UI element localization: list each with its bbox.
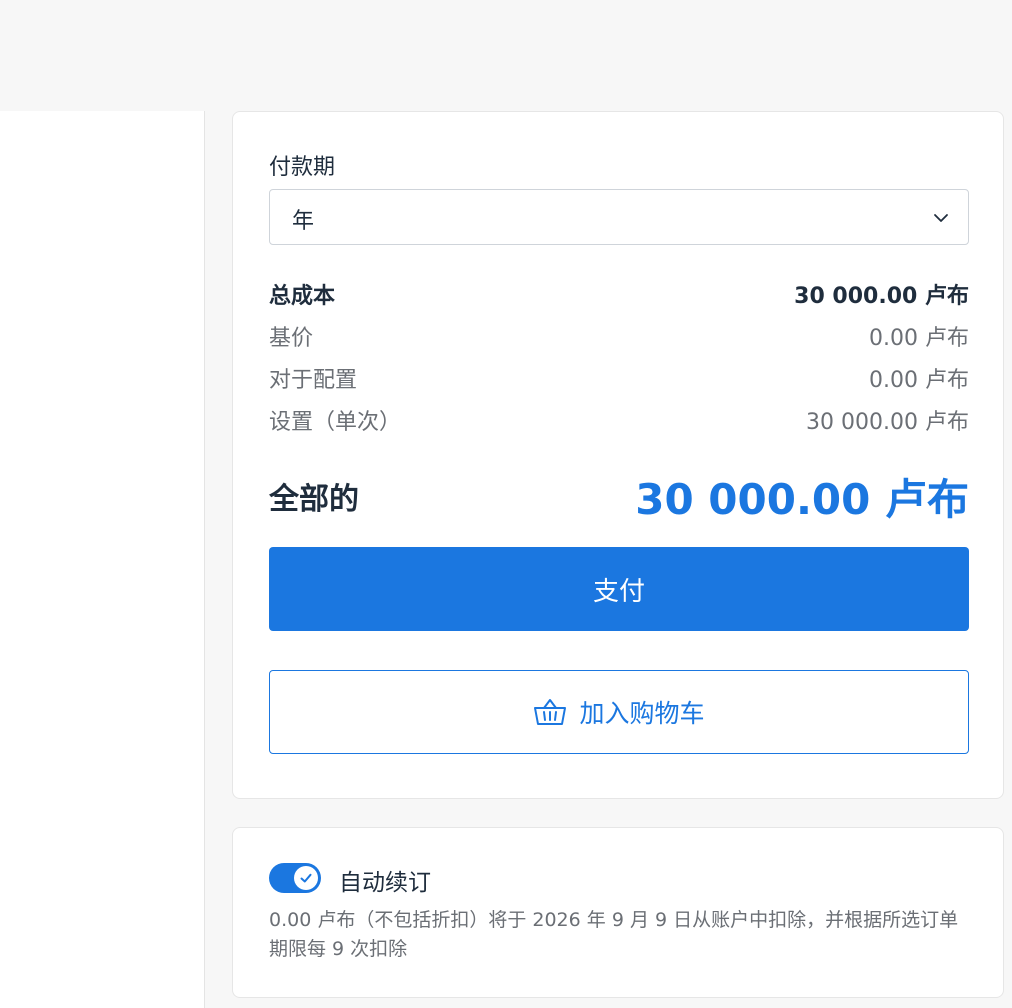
total-cost-value: 30 000.00 卢布 [794, 284, 969, 309]
basket-icon [534, 699, 567, 725]
base-price-value: 0.00 卢布 [869, 326, 969, 351]
add-to-cart-button[interactable]: 加入购物车 [269, 670, 969, 754]
config-price-row: 对于配置 0.00 卢布 [269, 363, 969, 393]
payment-period-value: 年 [292, 209, 315, 234]
grand-total-label: 全部的 [269, 482, 359, 517]
auto-renew-description: 0.00 卢布（不包括折扣）将于 2026 年 9 月 9 日从账户中扣除，并根… [269, 909, 959, 960]
payment-period-select[interactable]: 年 [269, 189, 969, 245]
left-panel [0, 111, 205, 1008]
setup-price-value: 30 000.00 卢布 [806, 410, 969, 435]
pay-button-label: 支付 [592, 576, 645, 607]
config-price-label: 对于配置 [269, 368, 358, 393]
payment-period-label: 付款期 [269, 155, 336, 180]
base-price-label: 基价 [269, 326, 314, 351]
setup-price-label: 设置（单次） [269, 410, 402, 435]
config-price-value: 0.00 卢布 [869, 368, 969, 393]
setup-price-row: 设置（单次） 30 000.00 卢布 [269, 405, 969, 435]
auto-renew-card: 自动续订 0.00 卢布（不包括折扣）将于 2026 年 9 月 9 日从账户中… [232, 827, 1004, 998]
auto-renew-toggle[interactable] [269, 863, 321, 893]
grand-total-row: 全部的 30 000.00 卢布 [269, 468, 969, 524]
pay-button[interactable]: 支付 [269, 547, 969, 631]
auto-renew-label: 自动续订 [339, 870, 431, 896]
grand-total-value: 30 000.00 卢布 [635, 474, 969, 524]
total-cost-row: 总成本 30 000.00 卢布 [269, 279, 969, 309]
order-summary-card: 付款期 年 总成本 30 000.00 卢布 基价 0.00 卢布 对于配置 0… [232, 111, 1004, 799]
chevron-down-icon [934, 214, 948, 222]
base-price-row: 基价 0.00 卢布 [269, 321, 969, 351]
toggle-knob [294, 866, 318, 890]
check-icon [300, 873, 312, 883]
add-to-cart-label: 加入购物车 [579, 699, 705, 728]
total-cost-label: 总成本 [269, 284, 336, 309]
